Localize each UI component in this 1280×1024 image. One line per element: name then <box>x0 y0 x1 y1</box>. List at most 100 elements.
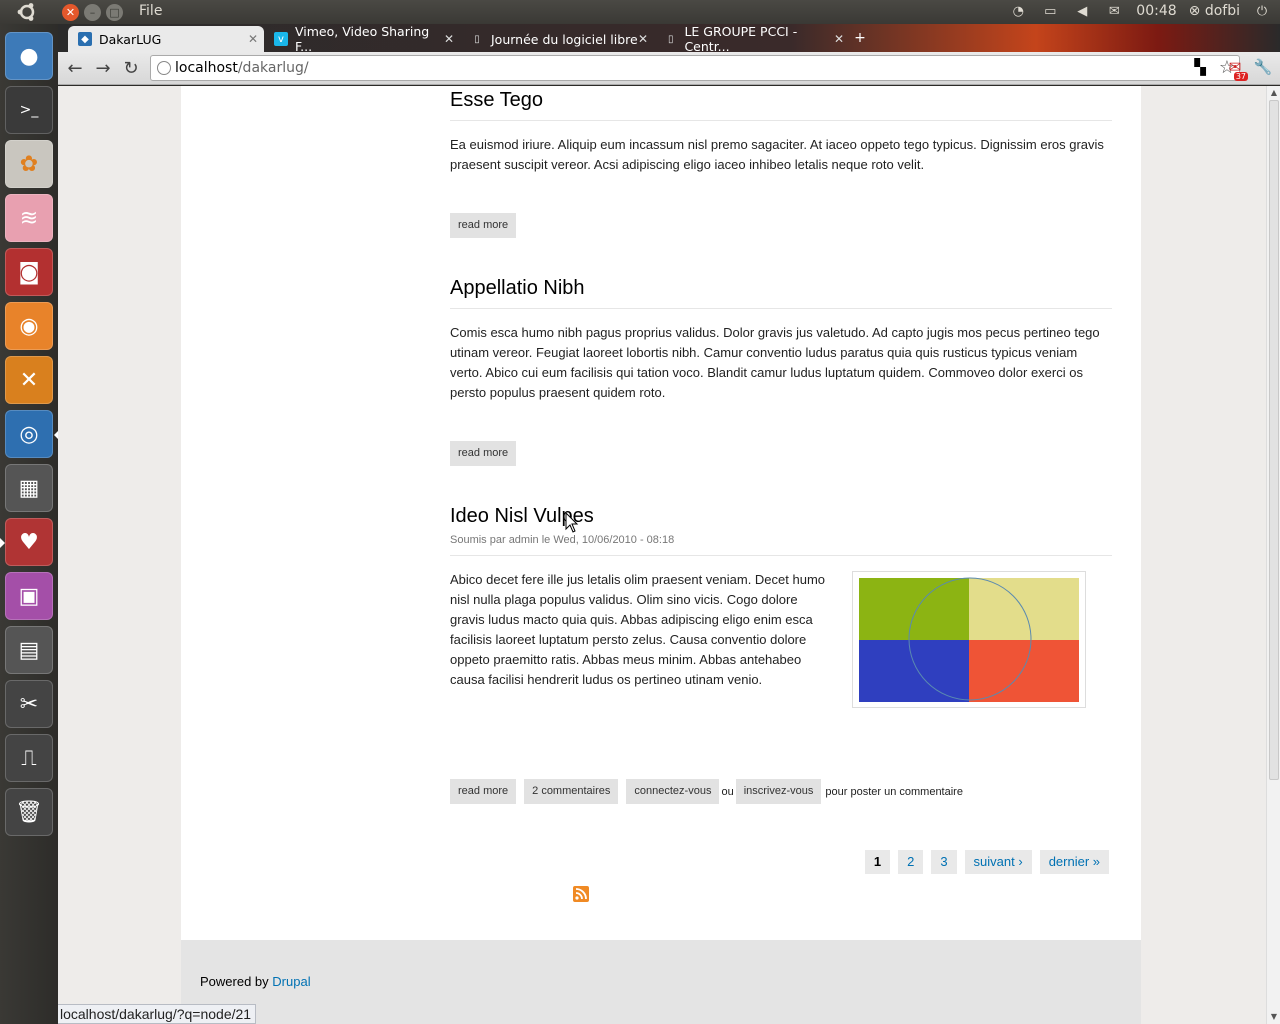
node-image[interactable] <box>852 571 1086 708</box>
launcher-app-screen[interactable]: ◙ <box>5 248 53 296</box>
launcher-app-terminal[interactable]: >_ <box>5 86 53 134</box>
tab-label: LE GROUPE PCCI - Centr... <box>684 24 798 54</box>
ubuntu-logo-icon[interactable] <box>16 2 38 22</box>
page-favicon-icon: ▯ <box>474 33 480 45</box>
clock[interactable]: 00:48 <box>1136 3 1176 19</box>
scrollbar-thumb[interactable] <box>1269 100 1279 780</box>
blender-icon: ◉ <box>19 313 39 339</box>
window-minimize-button[interactable]: – <box>84 4 101 21</box>
xampp-icon: ✕ <box>19 367 39 393</box>
login-link[interactable]: connectez-vous <box>626 779 720 804</box>
drupal-favicon-icon: ◆ <box>78 32 92 46</box>
user-status-icon: ⊗ <box>1188 3 1201 19</box>
power-icon[interactable]: ⏻ <box>1252 3 1272 19</box>
node-body: Comis esca humo nibh pagus proprius vali… <box>450 325 1100 400</box>
tab-journee[interactable]: ▯ Journée du logiciel libre ✕ <box>460 26 654 52</box>
page-scrollbar[interactable]: ▲ ▼ <box>1266 86 1280 1024</box>
tab-close-icon[interactable]: ✕ <box>444 32 454 46</box>
battery-icon[interactable]: ▭ <box>1040 3 1060 19</box>
launcher-app-workspaces[interactable]: ▣ <box>5 572 53 620</box>
tab-close-icon[interactable]: ✕ <box>248 32 258 46</box>
launcher-app-scissors[interactable]: ✂ <box>5 680 53 728</box>
new-tab-button[interactable]: + <box>850 31 870 45</box>
launcher-app-butterfly[interactable]: ✿ <box>5 140 53 188</box>
node-title[interactable]: Appellatio Nibh <box>450 277 1112 309</box>
folder-icon: ▤ <box>18 637 40 663</box>
window-close-button[interactable]: ✕ <box>62 4 79 21</box>
footer: Powered by Drupal <box>181 940 1141 1024</box>
drupal-link[interactable]: Drupal <box>272 974 310 989</box>
read-more-link[interactable]: read more <box>450 213 517 238</box>
node-submitted: Soumis par admin le Wed, 10/06/2010 - 08… <box>450 534 1112 556</box>
launcher-app-spring[interactable]: ≋ <box>5 194 53 242</box>
gmail-checker-icon[interactable]: ✉ 37 <box>1224 58 1248 81</box>
tab-dakarlug[interactable]: ◆ DakarLUG ✕ <box>68 26 264 52</box>
wifi-icon[interactable]: ◔ <box>1008 3 1028 19</box>
page-viewport: Esse Tego Ea euismod iriure. Aliquip eum… <box>58 86 1266 1024</box>
address-bar[interactable]: localhost/dakarlug/ ☆ <box>150 55 1240 81</box>
launcher-app-files[interactable]: ▤ <box>5 626 53 674</box>
tab-close-icon[interactable]: ✕ <box>834 32 844 46</box>
image-circle <box>908 577 1032 701</box>
launcher-app-calculator[interactable]: ▦ <box>5 464 53 512</box>
register-link[interactable]: inscrivez-vous <box>735 779 822 804</box>
launcher-app-usb[interactable]: ⎍ <box>5 734 53 782</box>
scroll-up-arrow-icon[interactable]: ▲ <box>1267 86 1280 100</box>
menu-file[interactable]: File <box>139 3 162 19</box>
trash-icon: 🗑 <box>15 799 43 825</box>
mail-icon[interactable]: ✉ <box>1104 3 1124 19</box>
user-name: dofbi <box>1204 3 1240 19</box>
footer-prefix: Powered by <box>200 974 269 989</box>
calculator-icon: ▦ <box>18 475 40 501</box>
butterfly-icon: ✿ <box>19 151 39 177</box>
node-links: read more 2 commentaires connectez-vous … <box>450 779 963 804</box>
footer-credit: Powered by Drupal <box>200 974 311 989</box>
forward-button[interactable]: → <box>92 58 114 80</box>
extension-icon[interactable]: ▚ <box>1189 58 1211 78</box>
tab-label: DakarLUG <box>99 31 162 47</box>
post-comment-text: pour poster un commentaire <box>825 785 963 798</box>
back-button[interactable]: ← <box>64 58 86 80</box>
node-title[interactable]: Ideo Nisl Vulpes <box>450 505 1112 528</box>
launcher-app-wine[interactable]: ♥ <box>5 518 53 566</box>
volume-icon[interactable]: ◀ <box>1072 3 1092 19</box>
pager-current: 1 <box>864 850 891 874</box>
page-content: Esse Tego Ea euismod iriure. Aliquip eum… <box>181 86 1141 940</box>
launcher-trash[interactable]: 🗑 <box>5 788 53 836</box>
spring-icon: ≋ <box>19 205 39 231</box>
wrench-menu-icon[interactable]: 🔧 <box>1252 58 1274 78</box>
node-title[interactable]: Esse Tego <box>450 89 1112 121</box>
pager: 1 2 3 suivant › dernier » <box>864 850 1109 874</box>
tab-label: Vimeo, Video Sharing F... <box>294 24 430 54</box>
pager-item[interactable]: 3 <box>931 850 957 874</box>
reload-button[interactable]: ↻ <box>120 58 142 80</box>
pager-item[interactable]: 2 <box>898 850 924 874</box>
vimeo-favicon-icon: v <box>274 32 288 46</box>
rss-feed-icon[interactable] <box>573 886 589 902</box>
read-more-link[interactable]: read more <box>450 779 517 804</box>
top-panel: ✕ – □ File ◔ ▭ ◀ ✉ 00:48 ⊗ dofbi ⏻ <box>0 0 1280 24</box>
pidgin-icon: ● <box>19 43 39 69</box>
launcher-app-xampp[interactable]: ✕ <box>5 356 53 404</box>
node-links: read more <box>450 213 517 238</box>
page-favicon-icon: ▯ <box>667 33 674 45</box>
tab-close-icon[interactable]: ✕ <box>638 32 648 46</box>
tab-vimeo[interactable]: v Vimeo, Video Sharing F... ✕ <box>264 24 460 54</box>
comments-link[interactable]: 2 commentaires <box>524 779 619 804</box>
tab-strip: ◆ DakarLUG ✕ v Vimeo, Video Sharing F...… <box>58 24 1280 54</box>
address-host: localhost <box>175 60 238 76</box>
pager-last[interactable]: dernier » <box>1039 850 1109 874</box>
user-menu[interactable]: ⊗ dofbi <box>1189 3 1240 19</box>
mouse-cursor-icon <box>565 512 579 533</box>
launcher-app-chromium[interactable]: ◎ <box>5 410 53 458</box>
scissors-icon: ✂ <box>19 691 39 717</box>
window-maximize-button[interactable]: □ <box>106 4 123 21</box>
tab-pcci[interactable]: ▯ LE GROUPE PCCI - Centr... ✕ <box>654 24 850 54</box>
node-teaser: Appellatio Nibh Comis esca humo nibh pag… <box>450 277 1112 403</box>
launcher-app-blender[interactable]: ◉ <box>5 302 53 350</box>
pager-next[interactable]: suivant › <box>964 850 1032 874</box>
launcher-app-pidgin[interactable]: ● <box>5 32 53 80</box>
scroll-down-arrow-icon[interactable]: ▼ <box>1267 1010 1280 1024</box>
browser-toolbar: ← → ↻ localhost/dakarlug/ ☆ ▚ ✉ 37 🔧 <box>58 52 1280 85</box>
read-more-link[interactable]: read more <box>450 441 517 466</box>
